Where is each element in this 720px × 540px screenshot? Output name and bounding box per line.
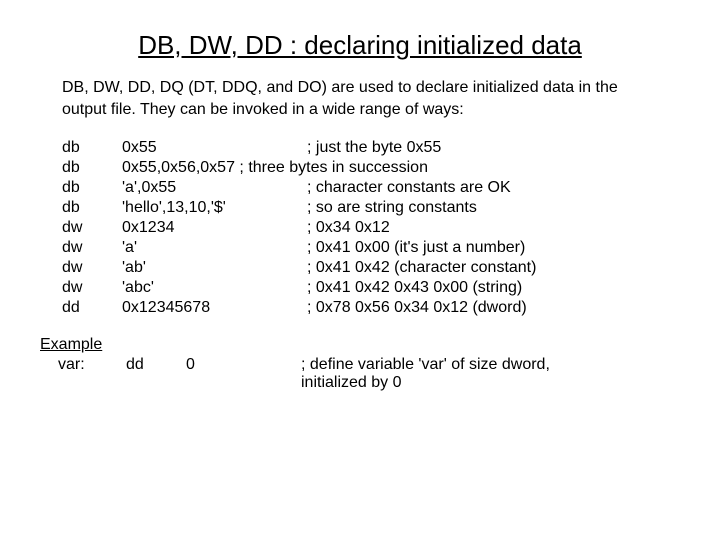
- code-row: dw'abc'; 0x41 0x42 0x43 0x00 (string): [62, 278, 536, 298]
- code-row: dw0x1234; 0x34 0x12: [62, 218, 536, 238]
- args: 0x55,0x56,0x57 ; three bytes in successi…: [122, 158, 536, 178]
- args: 'abc': [122, 278, 307, 298]
- code-row: dd0x12345678; 0x78 0x56 0x34 0x12 (dword…: [62, 298, 536, 318]
- example-op: dd: [126, 356, 186, 392]
- args: 0x55: [122, 138, 307, 158]
- args: 0x1234: [122, 218, 307, 238]
- args: 'ab': [122, 258, 307, 278]
- example-comment: ; define variable 'var' of size dword, i…: [301, 356, 550, 392]
- code-table: db0x55; just the byte 0x55db0x55,0x56,0x…: [62, 138, 536, 318]
- op: dw: [62, 218, 122, 238]
- args: 'a': [122, 238, 307, 258]
- slide-title: DB, DW, DD : declaring initialized data: [50, 30, 670, 61]
- op: dw: [62, 238, 122, 258]
- code-row: dw'ab'; 0x41 0x42 (character constant): [62, 258, 536, 278]
- code-row: dw'a'; 0x41 0x00 (it's just a number): [62, 238, 536, 258]
- example-block: Example var: dd 0 ; define variable 'var…: [40, 336, 670, 392]
- code-row: db'a',0x55; character constants are OK: [62, 178, 536, 198]
- code-row: db0x55,0x56,0x57 ; three bytes in succes…: [62, 158, 536, 178]
- comment: ; 0x41 0x42 0x43 0x00 (string): [307, 278, 536, 298]
- args: 'a',0x55: [122, 178, 307, 198]
- example-label: Example: [40, 336, 102, 353]
- args: 0x12345678: [122, 298, 307, 318]
- comment: ; 0x34 0x12: [307, 218, 536, 238]
- op: db: [62, 178, 122, 198]
- comment: ; so are string constants: [307, 198, 536, 218]
- comment: ; 0x41 0x00 (it's just a number): [307, 238, 536, 258]
- comment: ; 0x78 0x56 0x34 0x12 (dword): [307, 298, 536, 318]
- intro-text: DB, DW, DD, DQ (DT, DDQ, and DO) are use…: [62, 77, 660, 120]
- comment: ; just the byte 0x55: [307, 138, 536, 158]
- code-row: db'hello',13,10,'$'; so are string const…: [62, 198, 536, 218]
- op: dd: [62, 298, 122, 318]
- example-arg: 0: [186, 356, 301, 392]
- args: 'hello',13,10,'$': [122, 198, 307, 218]
- op: dw: [62, 278, 122, 298]
- code-row: db0x55; just the byte 0x55: [62, 138, 536, 158]
- comment: ; 0x41 0x42 (character constant): [307, 258, 536, 278]
- example-var: var:: [40, 356, 126, 392]
- op: db: [62, 198, 122, 218]
- op: db: [62, 158, 122, 178]
- op: dw: [62, 258, 122, 278]
- comment: ; character constants are OK: [307, 178, 536, 198]
- op: db: [62, 138, 122, 158]
